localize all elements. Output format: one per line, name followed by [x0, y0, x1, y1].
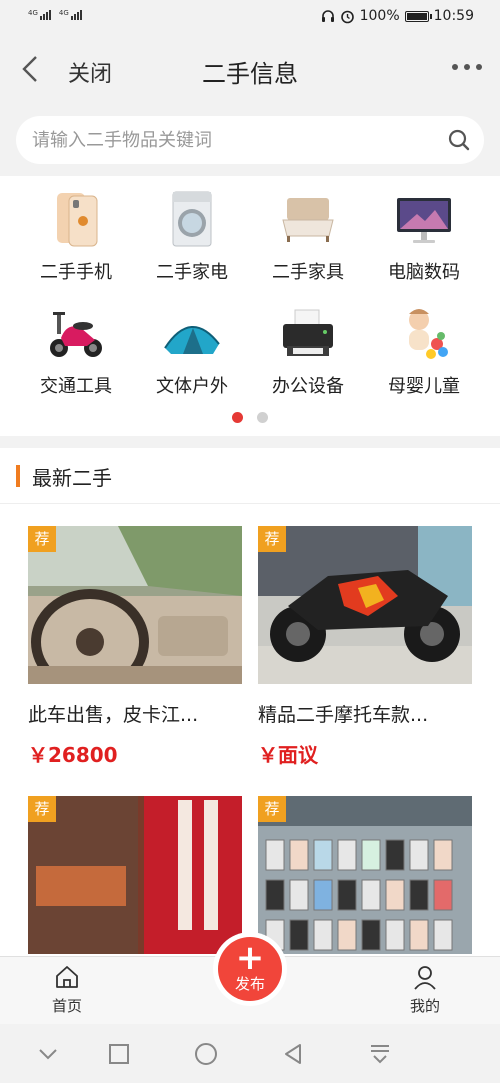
tab-bar: 首页 + 发布 我的 — [0, 937, 500, 1024]
signal-icon: 4G — [59, 10, 82, 20]
washer-icon — [163, 190, 221, 248]
tab-home-label: 首页 — [52, 997, 83, 1015]
listing-photo: 荐 — [28, 796, 242, 954]
category-baby[interactable]: 母婴儿童 — [366, 304, 482, 408]
listing-price: ￥26800 — [28, 743, 118, 767]
computer-icon — [395, 190, 453, 248]
signal-icon: 4G — [28, 10, 51, 20]
publish-label: 发布 — [234, 975, 265, 993]
scooter-icon — [47, 304, 105, 362]
carousel-dot[interactable] — [257, 412, 268, 423]
battery-percent: 100% — [359, 8, 400, 24]
category-vehicle[interactable]: 交通工具 — [18, 304, 134, 408]
category-label: 办公设备 — [272, 376, 344, 397]
section-title: 最新二手 — [32, 466, 112, 490]
notification-pull-icon[interactable] — [368, 1042, 392, 1066]
battery-icon — [404, 10, 432, 22]
listing-feed: 荐 此车出售，皮卡江... ￥26800 荐 精品二手摩托车款... ￥面议 荐… — [0, 504, 500, 956]
category-label: 文体户外 — [156, 376, 228, 397]
search-area — [0, 104, 500, 176]
category-label: 电脑数码 — [388, 262, 460, 283]
listing-card[interactable]: 荐 — [28, 796, 242, 954]
search-input[interactable] — [32, 116, 432, 164]
back-triangle-icon[interactable] — [281, 1042, 305, 1066]
category-phone[interactable]: 二手手机 — [18, 190, 134, 294]
category-panel: 二手手机 二手家电 二手家具 电脑数码 交通工具 文体户外 办公设备 母婴儿童 — [0, 176, 500, 436]
category-computer[interactable]: 电脑数码 — [366, 190, 482, 294]
status-bar: 4G 4G 100% 10:59 — [0, 0, 500, 34]
plus-icon: + — [235, 938, 265, 978]
recent-apps-icon[interactable] — [107, 1042, 131, 1066]
home-icon — [56, 966, 78, 988]
tent-icon — [163, 304, 221, 362]
listing-title: 精品二手摩托车款... — [258, 704, 429, 726]
listing-card[interactable]: 荐 — [258, 796, 472, 954]
category-furniture[interactable]: 二手家具 — [250, 190, 366, 294]
phone-icon — [47, 190, 105, 248]
listing-card[interactable]: 荐 此车出售，皮卡江... ￥26800 — [28, 526, 242, 768]
headphones-icon — [321, 10, 334, 22]
listing-photo: 荐 — [258, 796, 472, 954]
search-box[interactable] — [16, 116, 484, 164]
search-icon[interactable] — [448, 129, 470, 151]
section-accent-bar — [16, 465, 20, 487]
category-label: 二手家电 — [156, 262, 228, 283]
bed-icon — [279, 190, 337, 248]
more-icon[interactable] — [452, 64, 482, 70]
tab-mine-label: 我的 — [410, 997, 441, 1015]
listing-title: 此车出售，皮卡江... — [28, 704, 199, 726]
category-outdoor[interactable]: 文体户外 — [134, 304, 250, 408]
publish-button[interactable]: + 发布 — [218, 937, 282, 1001]
alarm-icon — [340, 10, 354, 23]
printer-icon — [279, 304, 337, 362]
user-icon — [414, 966, 436, 990]
category-label: 二手手机 — [40, 262, 112, 283]
home-circle-icon[interactable] — [194, 1042, 218, 1066]
carousel-indicator — [0, 412, 500, 423]
tab-home[interactable]: 首页 — [52, 963, 82, 1016]
tab-mine[interactable]: 我的 — [410, 963, 440, 1016]
category-label: 二手家具 — [272, 262, 344, 283]
listing-card[interactable]: 荐 精品二手摩托车款... ￥面议 — [258, 526, 472, 768]
recommend-badge: 荐 — [28, 526, 56, 552]
clock: 10:59 — [433, 8, 474, 24]
listing-photo: 荐 — [28, 526, 242, 684]
signal-indicators: 4G 4G — [28, 10, 82, 20]
listing-price: ￥面议 — [258, 743, 318, 767]
recommend-badge: 荐 — [28, 796, 56, 822]
baby-icon — [395, 304, 453, 362]
nav-bar: 关闭 二手信息 — [0, 34, 500, 104]
category-appliance[interactable]: 二手家电 — [134, 190, 250, 294]
category-label: 交通工具 — [40, 376, 112, 397]
page-title: 二手信息 — [202, 60, 298, 88]
recommend-badge: 荐 — [258, 526, 286, 552]
category-label: 母婴儿童 — [388, 376, 460, 397]
listing-photo: 荐 — [258, 526, 472, 684]
system-nav-bar — [0, 1024, 500, 1083]
chevron-down-icon[interactable] — [36, 1042, 60, 1066]
recommend-badge: 荐 — [258, 796, 286, 822]
category-office[interactable]: 办公设备 — [250, 304, 366, 408]
carousel-dot-active[interactable] — [232, 412, 243, 423]
section-header: 最新二手 — [0, 448, 500, 504]
